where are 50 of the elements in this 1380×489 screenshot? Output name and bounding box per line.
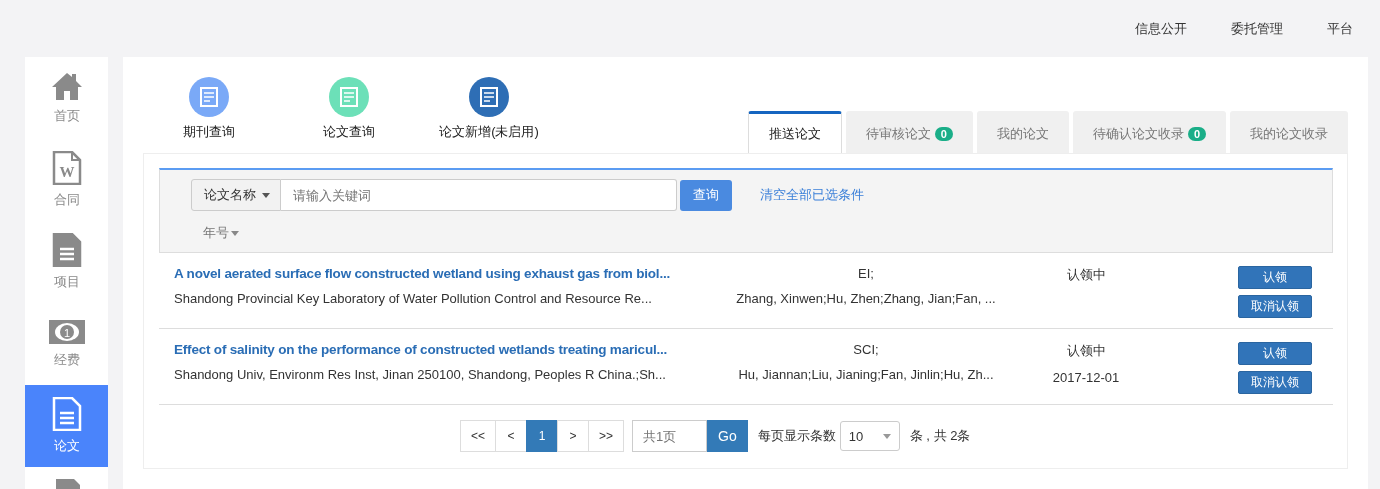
word-document-icon: W [51, 151, 82, 185]
paper-title-link[interactable]: A novel aerated surface flow constructed wetland using exhaust gas from biol... [174, 266, 746, 281]
sidebar-item[interactable]: 项目 [25, 221, 108, 303]
page-input[interactable]: 共1页 [632, 420, 708, 452]
page-size-label: 每页显示条数 [757, 427, 836, 445]
tab[interactable]: 我的论文收录 [1230, 111, 1348, 153]
date-text: 2017-12-01 [1052, 370, 1120, 385]
sidebar-item[interactable]: 论文 [25, 385, 108, 467]
sidebar-item[interactable]: 1 经费 [25, 303, 108, 385]
tab[interactable]: 待审核论文 0 [845, 111, 973, 153]
field-dropdown[interactable]: 论文名称 [191, 179, 281, 211]
authors-text: Hu, Jiannan;Liu, Jianing;Fan, Jinlin;Hu, Zh... [738, 367, 994, 382]
page-size-select[interactable]: 10 [839, 421, 900, 451]
total-count-text: 条 , 共 2条 [909, 427, 971, 445]
shortcut-button[interactable]: 论文新增(未启用) [439, 77, 539, 141]
sidebar-item[interactable]: 首页 [25, 57, 108, 139]
house-icon [50, 71, 83, 101]
tab[interactable]: 我的论文 [976, 111, 1069, 153]
shortcut-button[interactable]: 论文查询 [299, 77, 399, 141]
top-nav-link[interactable]: 信息公开 [1135, 19, 1187, 38]
paper-title-link[interactable]: Effect of salinity on the performance of constructed wetlands treating maricul... [174, 342, 746, 357]
top-nav-link[interactable]: 平台 [1327, 19, 1353, 38]
clear-filters-link[interactable]: 清空全部已选条件 [760, 186, 864, 204]
top-nav-link[interactable]: 委托管理 [1231, 19, 1283, 38]
index-text: SCI; [853, 342, 879, 357]
document-icon [51, 233, 82, 267]
count-badge: 0 [934, 126, 953, 141]
page-button[interactable]: 1 [526, 420, 558, 452]
sidebar-item[interactable]: W 合同 [25, 139, 108, 221]
document-icon [51, 397, 82, 431]
claim-button[interactable]: 认领 [1237, 342, 1312, 365]
cancel-claim-button[interactable]: 取消认领 [1237, 371, 1312, 394]
page-button[interactable]: << [460, 420, 496, 452]
tab[interactable]: 待确认论文收录 0 [1072, 111, 1226, 153]
year-dropdown[interactable]: 年号 [203, 224, 239, 242]
index-text: EI; [858, 266, 874, 281]
page-button[interactable]: >> [588, 420, 625, 452]
shortcut-button[interactable]: 期刊查询 [159, 77, 259, 141]
go-button[interactable]: Go [707, 420, 748, 452]
search-button[interactable]: 查询 [680, 179, 732, 211]
status-text: 认领中 [1066, 266, 1106, 284]
claim-button[interactable]: 认领 [1237, 266, 1312, 289]
status-text: 认领中 [1066, 342, 1106, 360]
banknote-icon: 1 [47, 319, 86, 345]
search-field[interactable]: 请输入关键词 [281, 179, 677, 211]
tab[interactable]: 推送论文 [747, 111, 842, 153]
authors-text: Zhang, Xinwen;Hu, Zhen;Zhang, Jian;Fan, ... [736, 291, 996, 306]
page-button[interactable]: > [557, 420, 589, 452]
count-badge: 0 [1187, 126, 1206, 141]
cancel-claim-button[interactable]: 取消认领 [1237, 295, 1312, 318]
